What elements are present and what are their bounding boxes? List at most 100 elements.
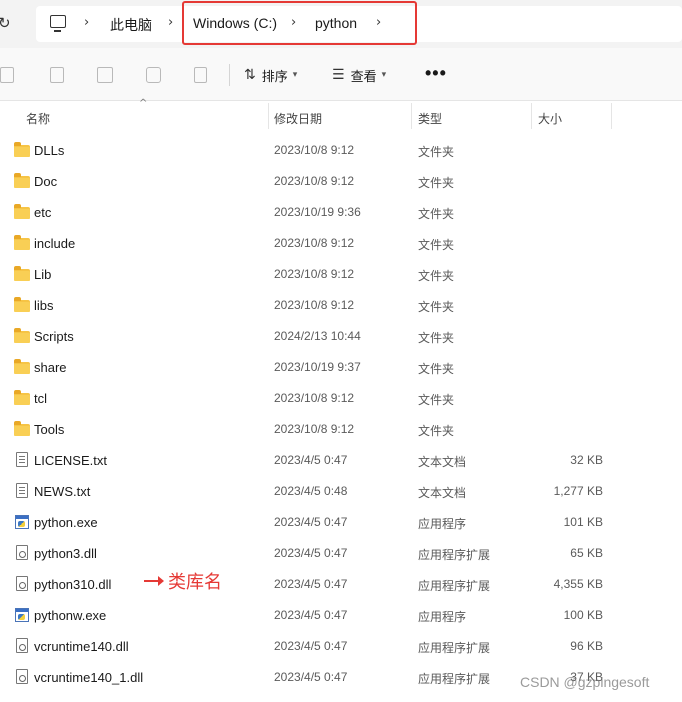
file-size: 65 KB	[570, 546, 603, 560]
file-row[interactable]: Lib 2023/10/8 9:12 文件夹	[0, 258, 682, 289]
file-size: 96 KB	[570, 639, 603, 653]
column-header: ^ 名称 修改日期 类型 大小	[0, 98, 682, 131]
file-name: Lib	[34, 267, 52, 282]
file-row[interactable]: Scripts 2024/2/13 10:44 文件夹	[0, 320, 682, 351]
file-row[interactable]: etc 2023/10/19 9:36 文件夹	[0, 196, 682, 227]
file-row[interactable]: share 2023/10/19 9:37 文件夹	[0, 351, 682, 382]
file-name: Scripts	[34, 329, 74, 344]
share-icon[interactable]	[146, 67, 161, 83]
file-row[interactable]: python310.dll 2023/4/5 0:47 应用程序扩展 4,355 KB	[0, 568, 682, 599]
file-date: 2023/10/8 9:12	[274, 298, 355, 312]
column-header-type[interactable]: 类型	[418, 110, 442, 127]
file-date: 2023/10/19 9:37	[274, 360, 361, 374]
file-date: 2023/4/5 0:48	[274, 484, 348, 498]
chevron-down-icon: ▾	[381, 70, 387, 80]
file-type: 文件夹	[418, 238, 455, 252]
file-date: 2023/4/5 0:47	[274, 515, 348, 529]
file-type: 应用程序	[418, 517, 467, 531]
column-header-name[interactable]: 名称	[26, 110, 50, 127]
file-date: 2023/4/5 0:47	[274, 608, 348, 622]
file-row[interactable]: python.exe 2023/4/5 0:47 应用程序 101 KB	[0, 506, 682, 537]
file-name: Doc	[34, 174, 58, 189]
folder-icon	[14, 359, 30, 374]
file-date: 2023/10/8 9:12	[274, 422, 355, 436]
file-type: 文件夹	[418, 269, 455, 283]
file-row[interactable]: Tools 2023/10/8 9:12 文件夹	[0, 413, 682, 444]
annotation-highlight-box	[182, 1, 417, 45]
dll-file-icon	[16, 638, 28, 653]
sort-button[interactable]: ⇅ 排序 ▾	[244, 66, 297, 84]
toolbar-divider	[229, 64, 230, 86]
file-row[interactable]: vcruntime140.dll 2023/4/5 0:47 应用程序扩展 96 KB	[0, 630, 682, 661]
annotation-arrow	[144, 576, 164, 586]
this-pc-icon	[50, 15, 66, 32]
file-type: 文件夹	[418, 207, 455, 221]
sort-icon: ⇅	[244, 67, 256, 83]
file-row[interactable]: tcl 2023/10/8 9:12 文件夹	[0, 382, 682, 413]
column-divider[interactable]	[268, 103, 269, 129]
chevron-right-icon: ›	[84, 15, 90, 30]
chevron-right-icon: ›	[168, 15, 174, 30]
view-label: 查看	[350, 68, 377, 84]
refresh-icon[interactable]: ↻	[0, 14, 14, 32]
file-row[interactable]: libs 2023/10/8 9:12 文件夹	[0, 289, 682, 320]
file-type: 应用程序	[418, 610, 467, 624]
more-options-button[interactable]: •••	[425, 63, 447, 84]
file-type: 文件夹	[418, 176, 455, 190]
folder-icon	[14, 328, 30, 343]
column-divider[interactable]	[411, 103, 412, 129]
file-date: 2023/10/8 9:12	[274, 143, 355, 157]
view-list-icon: ☰	[332, 67, 345, 83]
column-header-date[interactable]: 修改日期	[274, 110, 322, 127]
file-type: 文件夹	[418, 145, 455, 159]
file-type: 文件夹	[418, 331, 455, 345]
folder-icon	[14, 390, 30, 405]
file-date: 2023/10/8 9:12	[274, 267, 355, 281]
column-header-size[interactable]: 大小	[538, 110, 562, 127]
file-size: 101 KB	[563, 515, 603, 529]
text-file-icon	[16, 452, 28, 467]
file-row[interactable]: LICENSE.txt 2023/4/5 0:47 文本文档 32 KB	[0, 444, 682, 475]
file-row[interactable]: Doc 2023/10/8 9:12 文件夹	[0, 165, 682, 196]
file-name: Tools	[34, 422, 65, 437]
folder-icon	[14, 235, 30, 250]
sort-label: 排序	[261, 68, 288, 84]
file-date: 2023/4/5 0:47	[274, 577, 348, 591]
file-type: 文件夹	[418, 300, 455, 314]
breadcrumb-this-pc[interactable]: 此电脑	[110, 15, 152, 35]
file-type: 应用程序扩展	[418, 579, 491, 593]
file-name: include	[34, 236, 76, 251]
file-type: 文件夹	[418, 424, 455, 438]
file-date: 2023/4/5 0:47	[274, 546, 348, 560]
file-name: python310.dll	[34, 577, 112, 592]
copy-icon[interactable]	[0, 67, 14, 83]
file-row[interactable]: pythonw.exe 2023/4/5 0:47 应用程序 100 KB	[0, 599, 682, 630]
file-name: DLLs	[34, 143, 65, 158]
delete-icon[interactable]	[194, 67, 207, 83]
folder-icon	[14, 421, 30, 436]
python-app-icon	[15, 515, 29, 529]
file-row[interactable]: NEWS.txt 2023/4/5 0:48 文本文档 1,277 KB	[0, 475, 682, 506]
column-divider[interactable]	[531, 103, 532, 129]
file-date: 2023/10/8 9:12	[274, 236, 355, 250]
rename-icon[interactable]	[97, 67, 113, 83]
annotation-label: 类库名	[168, 572, 222, 593]
column-divider[interactable]	[611, 103, 612, 129]
folder-icon	[14, 173, 30, 188]
file-name: libs	[34, 298, 54, 313]
folder-icon	[14, 142, 30, 157]
file-row[interactable]: include 2023/10/8 9:12 文件夹	[0, 227, 682, 258]
file-date: 2023/10/8 9:12	[274, 391, 355, 405]
file-type: 文件夹	[418, 393, 455, 407]
file-date: 2023/4/5 0:47	[274, 453, 348, 467]
file-type: 应用程序扩展	[418, 641, 491, 655]
file-name: LICENSE.txt	[34, 453, 107, 468]
file-row[interactable]: python3.dll 2023/4/5 0:47 应用程序扩展 65 KB	[0, 537, 682, 568]
file-name: vcruntime140.dll	[34, 639, 129, 654]
view-button[interactable]: ☰ 查看 ▾	[332, 66, 386, 84]
file-size: 32 KB	[570, 453, 603, 467]
file-date: 2023/10/19 9:36	[274, 205, 361, 219]
paste-icon[interactable]	[50, 67, 64, 83]
folder-icon	[14, 204, 30, 219]
file-row[interactable]: DLLs 2023/10/8 9:12 文件夹	[0, 134, 682, 165]
